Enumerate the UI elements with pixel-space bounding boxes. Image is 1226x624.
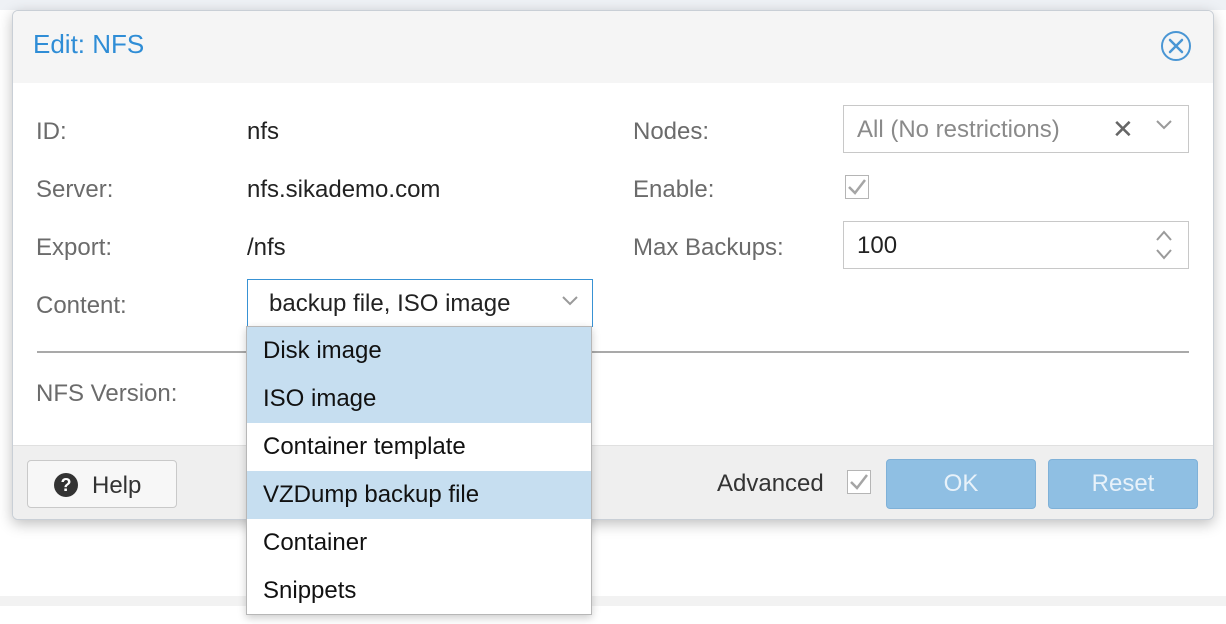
clear-icon[interactable]: ✕ [1112,114,1134,145]
help-button-label: Help [92,472,142,499]
max-backups-field[interactable]: 100 [843,221,1189,269]
max-backups-value: 100 [857,232,898,259]
dialog-title: Edit: NFS [33,29,145,59]
server-label: Server: [36,176,114,203]
background-bottom [0,594,1226,624]
edit-nfs-dialog: Edit: NFS ID: nfs Server: nfs.sikademo.c… [12,10,1214,520]
content-dropdown-list: Disk image ISO image Container template … [246,326,592,615]
check-icon [848,179,866,195]
dropdown-item-iso-image[interactable]: ISO image [247,375,591,423]
export-value: /nfs [247,234,286,261]
nodes-select[interactable]: All (No restrictions) ✕ [843,105,1189,153]
max-backups-label: Max Backups: [633,234,784,261]
content-select[interactable]: backup file, ISO image [247,279,593,327]
id-label: ID: [36,118,67,145]
nfs-version-label: NFS Version: [36,380,178,407]
export-label: Export: [36,234,113,261]
dropdown-item-disk-image[interactable]: Disk image [247,327,591,375]
enable-label: Enable: [633,176,715,203]
advanced-label: Advanced [717,470,824,497]
dialog-footer: ? Help Advanced OK Reset [13,445,1213,519]
background-top [0,0,1226,10]
server-value: nfs.sikademo.com [247,176,441,203]
dropdown-item-container[interactable]: Container [247,519,591,567]
dropdown-item-snippets[interactable]: Snippets [247,567,591,615]
nodes-select-value: All (No restrictions) [857,116,1060,143]
dropdown-item-container-template[interactable]: Container template [247,423,591,471]
help-button[interactable]: ? Help [27,460,177,508]
close-icon[interactable] [1160,30,1192,62]
id-value: nfs [247,118,280,145]
advanced-checkbox[interactable] [847,470,871,494]
section-divider [37,351,1189,353]
reset-button[interactable]: Reset [1048,459,1198,509]
dialog-titlebar: Edit: NFS [13,11,1213,83]
enable-checkbox[interactable] [845,175,869,199]
chevron-down-icon[interactable] [560,294,580,308]
content-label: Content: [36,292,127,319]
content-select-value: backup file, ISO image [269,290,511,317]
question-icon: ? [54,473,78,497]
nodes-label: Nodes: [633,118,710,145]
ok-button[interactable]: OK [886,459,1036,509]
dropdown-item-vzdump-backup-file[interactable]: VZDump backup file [247,471,591,519]
chevron-down-icon[interactable] [1154,118,1174,132]
spinner-icon[interactable] [1154,228,1174,262]
background-divider [0,596,1226,606]
check-icon [850,474,868,490]
